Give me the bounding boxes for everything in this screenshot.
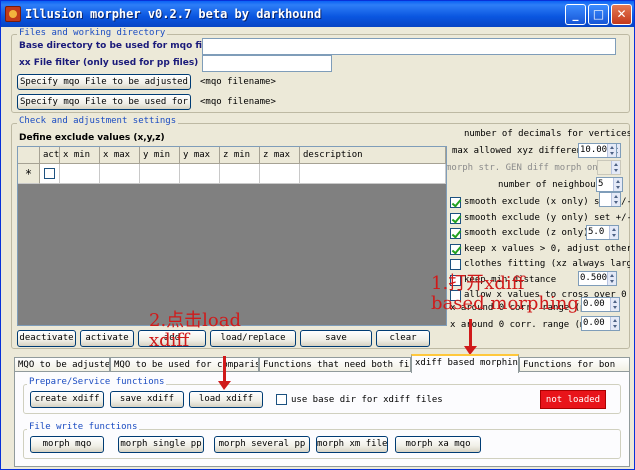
prepare-group-title: Prepare/Service functions xyxy=(27,377,167,387)
create-xdiff-button[interactable]: create xdiff xyxy=(30,391,104,408)
cell-y-max[interactable] xyxy=(180,164,220,184)
save-button[interactable]: save xyxy=(300,330,372,347)
decimals-label: number of decimals for vertices xyxy=(464,129,630,139)
cell-z-max[interactable] xyxy=(260,164,300,184)
smooth-x-checkbox[interactable] xyxy=(450,197,461,208)
tab-xdiff-morphing[interactable]: xdiff based morphing xyxy=(411,354,519,373)
cell-act[interactable] xyxy=(40,164,60,184)
tab-mqo-comparison[interactable]: MQO to be used for comparison xyxy=(110,357,259,372)
col-description[interactable]: description xyxy=(300,147,446,164)
keep-x-label: keep x values > 0, adjust others xyxy=(464,244,630,254)
load-xdiff-button[interactable]: load xdiff xyxy=(189,391,263,408)
col-x-min[interactable]: x min xyxy=(60,147,100,164)
max-diff-value: 10.00 xyxy=(580,145,608,155)
clothes-checkbox[interactable] xyxy=(450,259,461,270)
exclude-heading: Define exclude values (x,y,z) xyxy=(19,133,165,143)
new-row-marker: * xyxy=(18,164,40,184)
annotation-step1: 1.打开xdiff based morphing xyxy=(431,273,579,314)
adjusted-filename: <mqo filename> xyxy=(200,77,276,87)
activate-button[interactable]: activate xyxy=(80,330,134,347)
specify-used-button[interactable]: Specify mqo File to be used for xyxy=(17,94,191,110)
col-x-max[interactable]: x max xyxy=(100,147,140,164)
minimize-button[interactable]: _ xyxy=(565,4,586,25)
x-around-morph-spinner[interactable]: 0.00 xyxy=(581,316,620,331)
tab-mqo-adjusted[interactable]: MQO to be adjusted xyxy=(14,357,110,372)
col-y-max[interactable]: y max xyxy=(180,147,220,164)
col-y-min[interactable]: y min xyxy=(140,147,180,164)
morph-several-pp-button[interactable]: morph several pp xyxy=(214,436,310,453)
spin-arrows-icon[interactable] xyxy=(609,226,618,239)
annotation-arrow-1-icon xyxy=(464,319,477,355)
base-dir-input[interactable] xyxy=(202,38,616,55)
spin-arrows-icon[interactable] xyxy=(611,193,620,206)
check-group-title: Check and adjustment settings xyxy=(17,116,179,126)
file-write-group-title: File write functions xyxy=(27,422,140,432)
maximize-button[interactable]: □ xyxy=(588,4,609,25)
xx-filter-input[interactable] xyxy=(202,55,332,72)
act-checkbox[interactable] xyxy=(44,168,55,179)
col-z-max[interactable]: z max xyxy=(260,147,300,164)
app-icon xyxy=(5,6,21,22)
deactivate-button[interactable]: deactivate xyxy=(17,330,76,347)
app-window: Illusion morpher v0.2.7 beta by darkhoun… xyxy=(0,0,635,470)
grid-header: act x min x max y min y max z min z max … xyxy=(18,147,446,164)
max-diff-label: max allowed xyz difference xyxy=(452,146,593,156)
close-button[interactable]: ✕ xyxy=(611,4,632,25)
table-row[interactable]: * xyxy=(18,164,446,184)
neighbours-value: 5 xyxy=(598,179,604,189)
exclude-grid: act x min x max y min y max z min z max … xyxy=(17,146,447,326)
xdiff-status-badge: not loaded xyxy=(540,390,606,409)
files-group-title: Files and working directory xyxy=(17,28,168,38)
morph-str-label: morph str. GEN diff morph only) xyxy=(447,163,614,173)
tab-functions-bones[interactable]: Functions for bon xyxy=(519,357,630,372)
col-act[interactable]: act xyxy=(40,147,60,164)
morph-xm-file-button[interactable]: morph xm file xyxy=(316,436,388,453)
smooth-z-label: smooth exclude (z only) s xyxy=(464,228,600,238)
cell-y-min[interactable] xyxy=(140,164,180,184)
xx-filter-label: xx File filter (only used for pp files) xyxy=(19,58,199,68)
window-title: Illusion morpher v0.2.7 beta by darkhoun… xyxy=(25,7,322,21)
use-base-dir-checkbox[interactable] xyxy=(276,394,287,405)
spin-arrows-icon xyxy=(611,161,620,174)
spin-arrows-icon[interactable] xyxy=(607,144,616,157)
grid-corner xyxy=(18,147,40,164)
title-bar[interactable]: Illusion morpher v0.2.7 beta by darkhoun… xyxy=(1,1,634,27)
smooth-x-spinner[interactable] xyxy=(599,192,621,207)
clothes-label: clothes fitting (xz always larger) xyxy=(464,259,630,269)
smooth-y-checkbox[interactable] xyxy=(450,213,461,224)
smooth-y-label: smooth exclude (y only) set +/- xyxy=(464,213,630,223)
smooth-z-checkbox[interactable] xyxy=(450,228,461,239)
x-around-morph-value: 0.00 xyxy=(583,318,605,328)
used-filename: <mqo filename> xyxy=(200,97,276,107)
keep-x-checkbox[interactable] xyxy=(450,244,461,255)
base-dir-label: Base directory to be used for mqo files xyxy=(19,41,217,51)
specify-adjusted-button[interactable]: Specify mqo File to be adjusted xyxy=(17,74,191,90)
max-diff-spinner[interactable]: 10.00 xyxy=(578,143,617,158)
cell-z-min[interactable] xyxy=(220,164,260,184)
annotation-arrow-2-icon xyxy=(218,356,231,390)
smooth-z-spinner[interactable]: 5.0 xyxy=(586,225,619,240)
annotation-step2: 2.点击load xdiff xyxy=(149,310,242,351)
morph-str-spinner xyxy=(597,160,621,175)
xdiff-tab-page: Prepare/Service functions create xdiff s… xyxy=(14,371,630,467)
tab-both-files[interactable]: Functions that need both files xyxy=(259,357,411,372)
spin-arrows-icon[interactable] xyxy=(613,178,622,191)
cell-x-max[interactable] xyxy=(100,164,140,184)
spin-arrows-icon[interactable] xyxy=(610,317,619,330)
morph-single-pp-button[interactable]: morph single pp xyxy=(118,436,204,453)
morph-xa-mqo-button[interactable]: morph xa mqo xyxy=(395,436,481,453)
neighbours-spinner[interactable]: 5 xyxy=(596,177,623,192)
use-base-dir-label: use base dir for xdiff files xyxy=(291,395,443,405)
neighbours-label: number of neighbours xyxy=(498,180,607,190)
col-z-min[interactable]: z min xyxy=(220,147,260,164)
save-xdiff-button[interactable]: save xdiff xyxy=(110,391,184,408)
clear-button[interactable]: clear xyxy=(376,330,430,347)
cell-x-min[interactable] xyxy=(60,164,100,184)
smooth-z-value: 5.0 xyxy=(588,227,605,237)
morph-mqo-button[interactable]: morph mqo xyxy=(30,436,104,453)
cell-description[interactable] xyxy=(300,164,446,184)
